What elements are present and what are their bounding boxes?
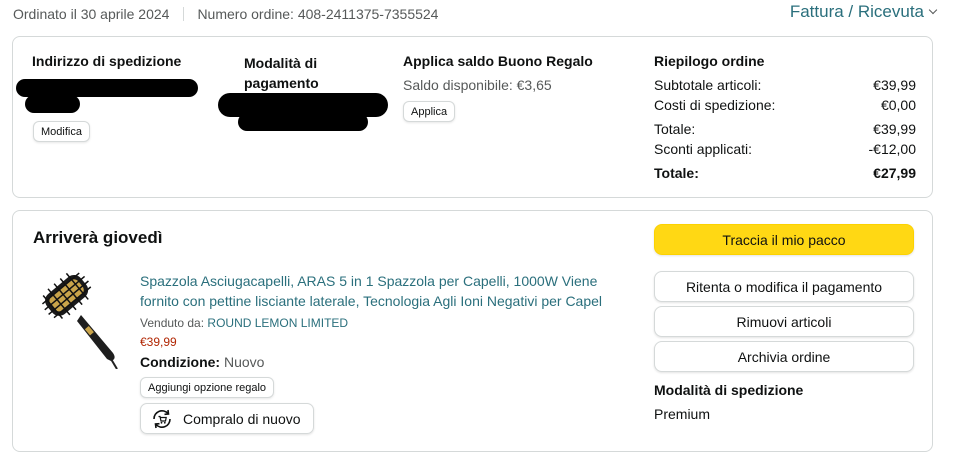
shipping-address-heading: Indirizzo di spedizione bbox=[32, 53, 182, 69]
summary-row-label: Sconti applicati: bbox=[654, 141, 753, 157]
summary-row: Costi di spedizione: €0,00 bbox=[654, 97, 916, 113]
remove-items-button[interactable]: Rimuovi articoli bbox=[654, 306, 914, 337]
shipping-method-value: Premium bbox=[654, 406, 711, 422]
redacted-payment-2 bbox=[238, 113, 368, 131]
refresh-cart-icon bbox=[153, 409, 171, 428]
add-gift-option-button[interactable]: Aggiungi opzione regalo bbox=[140, 377, 275, 398]
summary-row: Totale: €39,99 bbox=[654, 121, 916, 137]
summary-row-value: -€12,00 bbox=[868, 141, 916, 157]
summary-row-label: Subtotale articoli: bbox=[654, 77, 762, 93]
seller-info: Venduto da: ROUND LEMON LIMITED bbox=[140, 316, 348, 330]
buy-again-button[interactable]: Compralo di nuovo bbox=[140, 403, 314, 434]
payment-method-heading: Modalità di pagamento bbox=[244, 55, 319, 91]
order-number: Numero ordine: 408-2411375-7355524 bbox=[197, 6, 439, 22]
sold-by-label: Venduto da: bbox=[140, 316, 205, 330]
gift-card-balance: Saldo disponibile: €3,65 bbox=[403, 77, 552, 93]
product-price: €39,99 bbox=[140, 335, 177, 349]
grand-total-label: Totale: bbox=[654, 165, 699, 181]
seller-link[interactable]: ROUND LEMON LIMITED bbox=[207, 316, 348, 330]
condition-label: Condizione: bbox=[140, 354, 221, 370]
invoice-link-label: Fattura / Ricevuta bbox=[789, 2, 924, 21]
edit-address-button[interactable]: Modifica bbox=[33, 121, 90, 142]
summary-row-label: Costi di spedizione: bbox=[654, 97, 776, 113]
grand-total-value: €27,99 bbox=[873, 165, 916, 181]
buy-again-label: Compralo di nuovo bbox=[183, 410, 301, 427]
order-date: Ordinato il 30 aprile 2024 bbox=[13, 6, 170, 22]
product-image[interactable] bbox=[37, 269, 127, 369]
condition-value: Nuovo bbox=[224, 354, 265, 370]
arrival-heading: Arriverà giovedì bbox=[33, 228, 163, 247]
grand-total-row: Totale: €27,99 bbox=[654, 165, 916, 181]
redacted-address-2 bbox=[25, 95, 80, 113]
invoice-link[interactable]: Fattura / Ricevuta bbox=[789, 2, 938, 22]
product-title-link[interactable]: Spazzola Asciugacapelli, ARAS 5 in 1 Spa… bbox=[140, 271, 630, 311]
summary-row-label: Totale: bbox=[654, 121, 696, 137]
shipment-card: Arriverà giovedì Spazzola Asciugacapelli… bbox=[12, 210, 933, 452]
retry-payment-button[interactable]: Ritenta o modifica il pagamento bbox=[654, 271, 914, 302]
summary-row-value: €39,99 bbox=[873, 77, 916, 93]
order-summary-card: Indirizzo di spedizione Modifica Modalit… bbox=[12, 36, 933, 198]
header-divider bbox=[183, 7, 185, 21]
apply-gift-card-button[interactable]: Applica bbox=[403, 101, 456, 122]
summary-row: Subtotale articoli: €39,99 bbox=[654, 77, 916, 93]
order-summary-heading: Riepilogo ordine bbox=[654, 53, 765, 69]
summary-row-value: €39,99 bbox=[873, 121, 916, 137]
shipping-method-heading: Modalità di spedizione bbox=[654, 382, 804, 398]
track-package-button[interactable]: Traccia il mio pacco bbox=[654, 224, 914, 255]
archive-order-button[interactable]: Archivia ordine bbox=[654, 341, 914, 372]
summary-row: Sconti applicati: -€12,00 bbox=[654, 141, 916, 157]
order-header: Ordinato il 30 aprile 2024 Numero ordine… bbox=[13, 6, 438, 22]
product-condition: Condizione: Nuovo bbox=[140, 354, 264, 370]
gift-card-heading: Applica saldo Buono Regalo bbox=[403, 53, 593, 69]
chevron-down-icon bbox=[928, 5, 938, 15]
summary-row-value: €0,00 bbox=[880, 97, 916, 113]
